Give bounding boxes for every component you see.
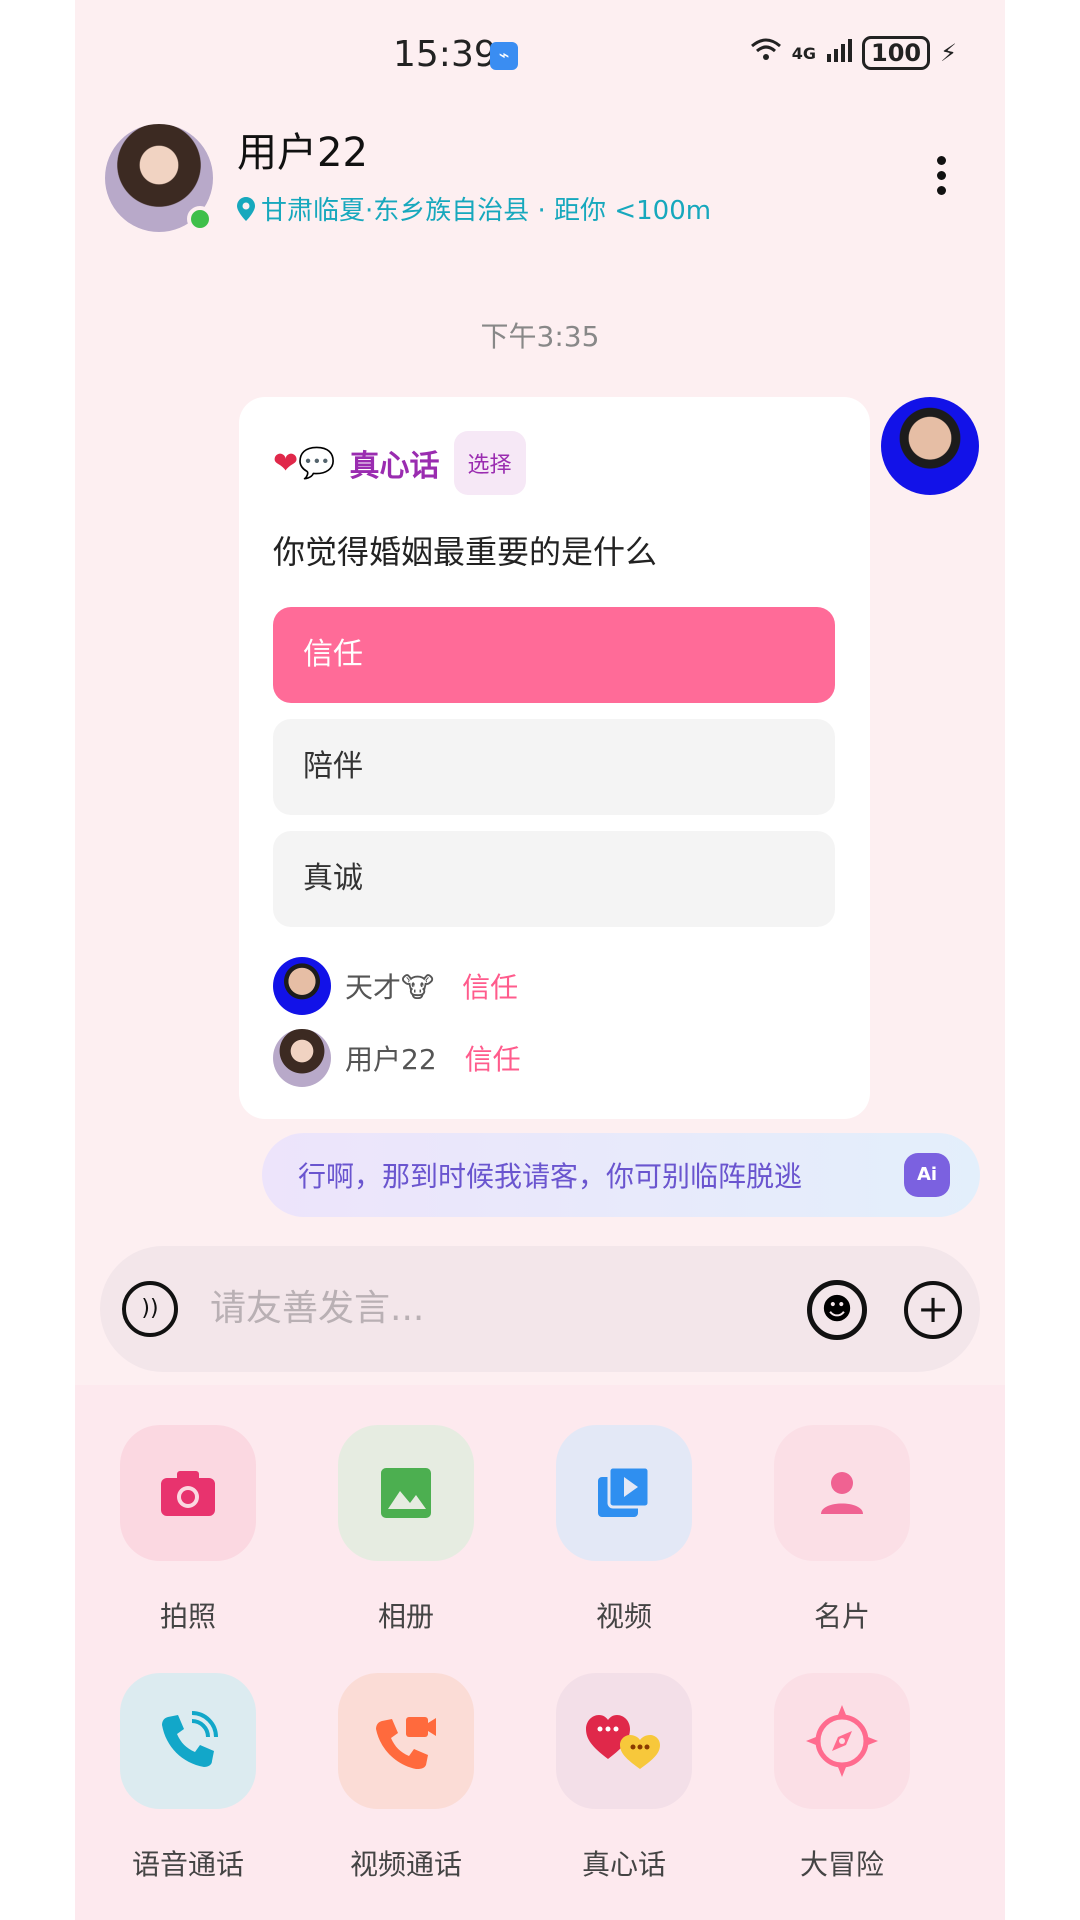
status-time: 15:39 <box>393 34 497 75</box>
phone-icon <box>120 1673 256 1809</box>
action-album[interactable]: 相册 <box>336 1425 476 1635</box>
message-input-bar: )) 请友善发言... ☻ + <box>100 1246 980 1372</box>
chat-header: 用户22 甘肃临夏·东乡族自治县 · 距你 <100m <box>75 120 1005 240</box>
camera-icon <box>120 1425 256 1561</box>
action-label: 拍照 <box>159 1600 216 1633</box>
voter-name: 用户22 <box>345 1043 437 1076</box>
compass-icon <box>774 1673 910 1809</box>
ai-robot-icon: Ai <box>904 1153 950 1197</box>
message-input[interactable]: 请友善发言... <box>210 1246 424 1372</box>
battery-indicator: 100 <box>862 36 931 70</box>
video-icon <box>556 1425 692 1561</box>
wifi-icon <box>750 37 782 69</box>
action-label: 名片 <box>813 1600 870 1633</box>
ai-reply-suggestion[interactable]: 行啊，那到时候我请客，你可别临阵脱逃 Ai <box>262 1133 980 1217</box>
voter-answer: 信任 <box>464 1043 521 1076</box>
contact-name: 用户22 <box>237 130 368 176</box>
contact-location: 甘肃临夏·东乡族自治县 · 距你 <100m <box>237 190 711 227</box>
plus-icon[interactable]: + <box>904 1281 962 1339</box>
location-text: 甘肃临夏·东乡族自治县 · 距你 <100m <box>261 196 712 226</box>
option-sincerity[interactable]: 真诚 <box>273 831 835 927</box>
voter-avatar <box>273 1029 331 1087</box>
action-dare[interactable]: 大冒险 <box>772 1673 912 1883</box>
action-camera[interactable]: 拍照 <box>118 1425 258 1635</box>
truth-question-card: ❤💬 真心话 选择 你觉得婚姻最重要的是什么 信任 陪伴 真诚 天才🐮 信任 用… <box>239 397 870 1119</box>
charging-icon: ⚡ <box>940 39 957 67</box>
action-truth[interactable]: 真心话 <box>554 1673 694 1883</box>
chat-screen: 15:39 ⌁ 4G 100 ⚡ 用户22 甘肃临夏·东乡族自治县 · 距你 <… <box>75 0 1005 1920</box>
contact-card-icon <box>774 1425 910 1561</box>
network-label: 4G <box>791 43 817 63</box>
voter-name: 天才🐮 <box>345 971 435 1004</box>
action-label: 语音通话 <box>131 1848 244 1881</box>
ai-suggestion-text: 行啊，那到时候我请客，你可别临阵脱逃 <box>298 1160 803 1193</box>
voter-answer: 信任 <box>462 971 519 1004</box>
card-title: 真心话 <box>349 449 440 484</box>
action-video-call[interactable]: 视频通话 <box>336 1673 476 1883</box>
action-video[interactable]: 视频 <box>554 1425 694 1635</box>
hearts-chat-icon <box>556 1673 692 1809</box>
vote-row: 用户22 信任 <box>273 1029 521 1087</box>
signal-icon <box>826 38 853 68</box>
action-label: 大冒险 <box>799 1848 884 1881</box>
usb-icon: ⌁ <box>490 42 518 70</box>
action-panel: 拍照 相册 视频 名片 语音通话 视频通话 真心话 大冒险 <box>75 1385 1005 1920</box>
option-companionship[interactable]: 陪伴 <box>273 719 835 815</box>
status-bar: 15:39 ⌁ 4G 100 ⚡ <box>75 0 1005 110</box>
card-type-tag: 选择 <box>453 431 526 495</box>
action-label: 真心话 <box>581 1848 666 1881</box>
more-options-icon[interactable] <box>935 156 947 195</box>
option-trust[interactable]: 信任 <box>273 607 835 703</box>
card-header: ❤💬 真心话 选择 <box>273 431 526 495</box>
my-avatar[interactable] <box>881 397 979 495</box>
online-status-dot <box>187 206 213 232</box>
action-voice-call[interactable]: 语音通话 <box>118 1673 258 1883</box>
action-label: 相册 <box>377 1600 434 1633</box>
image-icon <box>338 1425 474 1561</box>
status-icons: 4G 100 ⚡ <box>750 36 957 70</box>
voice-input-icon[interactable]: )) <box>122 1281 178 1337</box>
action-contact-card[interactable]: 名片 <box>772 1425 912 1635</box>
message-timestamp: 下午3:35 <box>480 320 600 353</box>
hearts-chat-icon: ❤💬 <box>273 445 336 481</box>
location-pin-icon <box>237 196 255 221</box>
action-label: 视频通话 <box>349 1848 462 1881</box>
card-question: 你觉得婚姻最重要的是什么 <box>273 533 658 571</box>
action-label: 视频 <box>595 1600 652 1633</box>
voter-avatar <box>273 957 331 1015</box>
vote-row: 天才🐮 信任 <box>273 957 518 1015</box>
video-call-icon <box>338 1673 474 1809</box>
emoji-icon[interactable]: ☻ <box>807 1280 867 1340</box>
